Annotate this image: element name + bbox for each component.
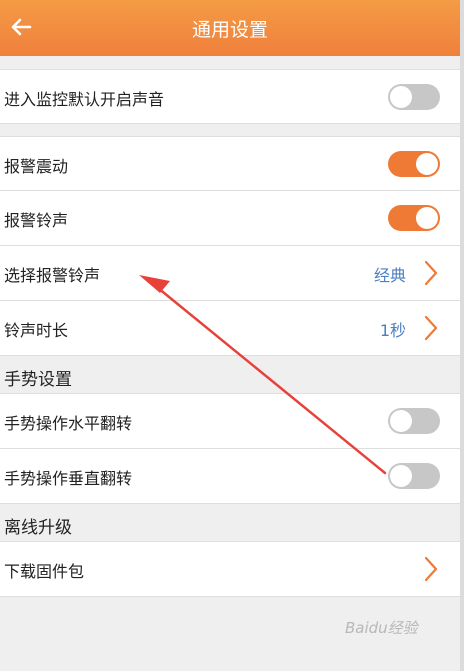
duration-value: 1秒 [379, 321, 406, 340]
section-title: 离线升级 [4, 518, 72, 538]
chevron-right-icon [424, 556, 438, 582]
gesture-horizontal-toggle[interactable] [388, 408, 440, 434]
page-title: 通用设置 [191, 19, 268, 41]
row-label: 下载固件包 [4, 562, 85, 581]
toggle-knob [416, 207, 438, 229]
row-label: 进入监控默认开启声音 [4, 90, 165, 109]
row-label: 报警铃声 [4, 211, 69, 230]
row-gesture-vertical[interactable]: 手势操作垂直翻转 [0, 449, 460, 504]
row-gesture-horizontal[interactable]: 手势操作水平翻转 [0, 394, 460, 449]
row-download-firmware[interactable]: 下载固件包 [0, 542, 460, 597]
section-header-gesture: 手势设置 [0, 356, 460, 394]
window-edge [460, 0, 464, 671]
alarm-vibrate-toggle[interactable] [388, 151, 440, 177]
app-header: 通用设置 [0, 0, 460, 56]
row-label: 选择报警铃声 [4, 266, 101, 285]
row-label: 报警震动 [4, 157, 69, 176]
watermark: Baidu经验 [345, 619, 418, 637]
row-label: 手势操作垂直翻转 [4, 469, 133, 488]
toggle-knob [390, 465, 412, 487]
row-alarm-vibrate[interactable]: 报警震动 [0, 136, 460, 191]
row-choose-ringtone[interactable]: 选择报警铃声 经典 [0, 246, 460, 301]
alarm-ringtone-toggle[interactable] [388, 205, 440, 231]
row-alarm-ringtone[interactable]: 报警铃声 [0, 191, 460, 246]
row-label: 铃声时长 [4, 321, 69, 340]
section-title: 手势设置 [4, 370, 72, 390]
row-label: 手势操作水平翻转 [4, 414, 133, 433]
section-header-offline: 离线升级 [0, 504, 460, 542]
ringtone-value: 经典 [373, 266, 406, 285]
toggle-knob [390, 86, 412, 108]
chevron-right-icon [424, 260, 438, 286]
toggle-knob [390, 410, 412, 432]
toggle-knob [416, 153, 438, 175]
chevron-right-icon [424, 315, 438, 341]
monitor-sound-toggle[interactable] [388, 84, 440, 110]
row-ringtone-duration[interactable]: 铃声时长 1秒 [0, 301, 460, 356]
row-monitor-sound[interactable]: 进入监控默认开启声音 [0, 69, 460, 124]
gesture-vertical-toggle[interactable] [388, 463, 440, 489]
